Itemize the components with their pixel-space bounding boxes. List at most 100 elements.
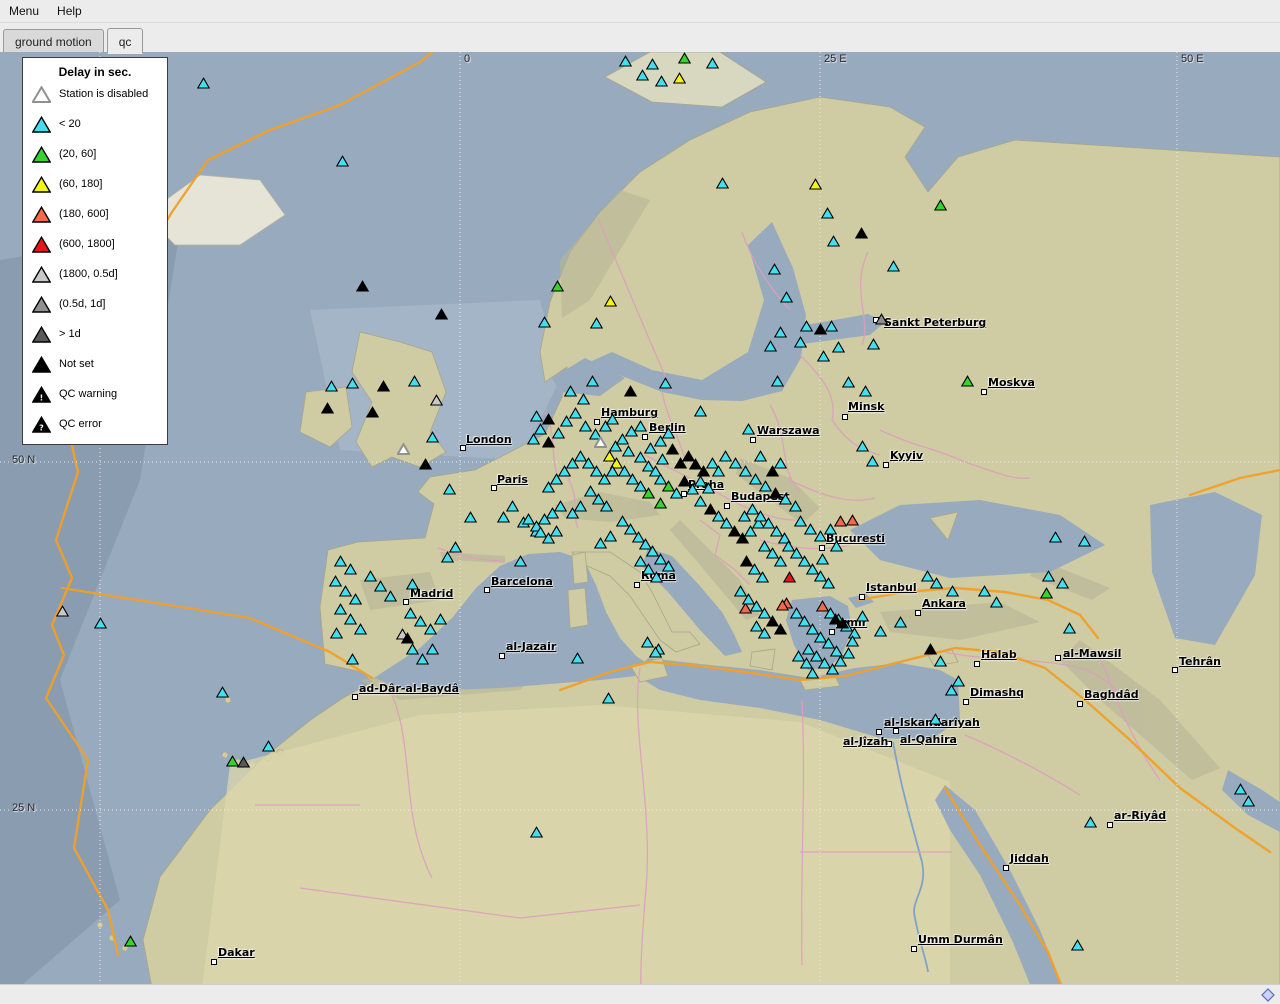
station-marker[interactable]	[330, 626, 343, 638]
station-marker[interactable]	[406, 577, 419, 589]
station-marker[interactable]	[237, 755, 250, 767]
station-marker[interactable]	[830, 539, 843, 551]
station-marker[interactable]	[590, 316, 603, 328]
station-marker[interactable]	[666, 442, 679, 454]
map-view[interactable]: LondonParisMadridBarcelonaHamburgBerlinP…	[0, 52, 1280, 984]
station-marker[interactable]	[856, 609, 869, 621]
station-marker[interactable]	[594, 435, 607, 447]
station-marker[interactable]	[636, 68, 649, 80]
station-marker[interactable]	[867, 337, 880, 349]
station-marker[interactable]	[846, 634, 859, 646]
station-marker[interactable]	[397, 442, 410, 454]
station-marker[interactable]	[325, 379, 338, 391]
station-marker[interactable]	[758, 626, 771, 638]
station-marker[interactable]	[571, 651, 584, 663]
station-marker[interactable]	[894, 615, 907, 627]
station-marker[interactable]	[262, 739, 275, 751]
station-marker[interactable]	[866, 454, 879, 466]
station-marker[interactable]	[624, 384, 637, 396]
station-marker[interactable]	[443, 482, 456, 494]
station-marker[interactable]	[1071, 938, 1084, 950]
station-marker[interactable]	[742, 422, 755, 434]
station-marker[interactable]	[794, 335, 807, 347]
station-marker[interactable]	[506, 499, 519, 511]
station-marker[interactable]	[377, 379, 390, 391]
station-marker[interactable]	[821, 206, 834, 218]
station-marker[interactable]	[776, 598, 789, 610]
station-marker[interactable]	[542, 480, 555, 492]
station-marker[interactable]	[366, 405, 379, 417]
station-marker[interactable]	[356, 279, 369, 291]
station-marker[interactable]	[1078, 534, 1091, 546]
station-marker[interactable]	[602, 691, 615, 703]
station-marker[interactable]	[827, 234, 840, 246]
station-marker[interactable]	[678, 52, 691, 63]
station-marker[interactable]	[434, 612, 447, 624]
station-marker[interactable]	[662, 559, 675, 571]
station-marker[interactable]	[655, 74, 668, 86]
station-marker[interactable]	[654, 496, 667, 508]
station-marker[interactable]	[435, 307, 448, 319]
station-marker[interactable]	[856, 439, 869, 451]
station-marker[interactable]	[419, 457, 432, 469]
station-marker[interactable]	[216, 685, 229, 697]
station-marker[interactable]	[825, 319, 838, 331]
station-marker[interactable]	[1084, 815, 1097, 827]
station-marker[interactable]	[514, 554, 527, 566]
station-marker[interactable]	[430, 393, 443, 405]
station-marker[interactable]	[197, 76, 210, 88]
station-marker[interactable]	[946, 584, 959, 596]
station-marker[interactable]	[792, 649, 805, 661]
menu-item-menu[interactable]: Menu	[0, 1, 48, 21]
station-marker[interactable]	[1234, 782, 1247, 794]
station-marker[interactable]	[768, 262, 781, 274]
station-marker[interactable]	[774, 325, 787, 337]
station-marker[interactable]	[464, 510, 477, 522]
station-marker[interactable]	[694, 404, 707, 416]
station-marker[interactable]	[604, 294, 617, 306]
station-marker[interactable]	[606, 412, 619, 424]
station-marker[interactable]	[321, 401, 334, 413]
station-marker[interactable]	[961, 374, 974, 386]
station-marker[interactable]	[806, 666, 819, 678]
station-marker[interactable]	[344, 562, 357, 574]
station-marker[interactable]	[930, 576, 943, 588]
station-marker[interactable]	[346, 652, 359, 664]
station-marker[interactable]	[716, 176, 729, 188]
station-marker[interactable]	[670, 486, 683, 498]
station-marker[interactable]	[774, 622, 787, 634]
station-marker[interactable]	[552, 426, 565, 438]
station-marker[interactable]	[426, 642, 439, 654]
station-marker[interactable]	[706, 56, 719, 68]
station-marker[interactable]	[566, 506, 579, 518]
station-marker[interactable]	[800, 319, 813, 331]
station-marker[interactable]	[887, 259, 900, 271]
station-marker[interactable]	[550, 524, 563, 536]
station-marker[interactable]	[586, 374, 599, 386]
station-marker[interactable]	[522, 512, 535, 524]
station-marker[interactable]	[618, 464, 631, 476]
station-marker[interactable]	[659, 376, 672, 388]
station-marker[interactable]	[783, 570, 796, 582]
station-marker[interactable]	[538, 315, 551, 327]
station-marker[interactable]	[401, 631, 414, 643]
station-marker[interactable]	[1063, 621, 1076, 633]
station-marker[interactable]	[551, 279, 564, 291]
station-marker[interactable]	[426, 430, 439, 442]
station-marker[interactable]	[603, 449, 616, 461]
station-marker[interactable]	[859, 384, 872, 396]
station-marker[interactable]	[354, 622, 367, 634]
station-marker[interactable]	[94, 616, 107, 628]
station-marker[interactable]	[384, 589, 397, 601]
station-marker[interactable]	[619, 54, 632, 66]
station-marker[interactable]	[952, 674, 965, 686]
station-marker[interactable]	[817, 349, 830, 361]
station-marker[interactable]	[764, 339, 777, 351]
station-marker[interactable]	[929, 712, 942, 724]
station-marker[interactable]	[124, 934, 137, 946]
station-marker[interactable]	[855, 226, 868, 238]
station-marker[interactable]	[816, 552, 829, 564]
station-marker[interactable]	[1056, 576, 1069, 588]
station-marker[interactable]	[577, 392, 590, 404]
station-marker[interactable]	[527, 432, 540, 444]
